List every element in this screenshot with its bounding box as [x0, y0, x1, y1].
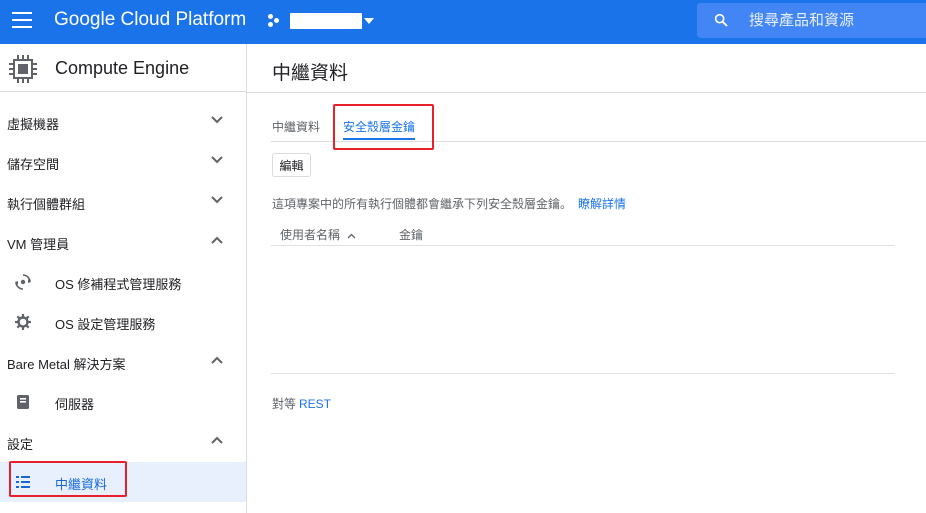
header-divider [247, 92, 926, 93]
table-header-divider [271, 245, 895, 246]
chevron-up-icon [211, 356, 223, 364]
sidebar-section-settings[interactable]: 設定 [0, 422, 246, 462]
sidebar-section-vm-instances[interactable]: 虛擬機器 [0, 102, 246, 142]
search-box[interactable] [697, 3, 926, 38]
sidebar-item-label: 伺服器 [55, 397, 95, 412]
product-title[interactable]: Google Cloud Platform [54, 9, 246, 31]
chevron-down-icon [364, 18, 374, 24]
sidebar-title: Compute Engine [55, 58, 190, 78]
search-input[interactable] [749, 3, 919, 38]
sidebar-section-vm-manager[interactable]: VM 管理員 [0, 222, 246, 262]
learn-more-link[interactable]: 瞭解詳情 [578, 197, 626, 211]
sidebar-section-storage[interactable]: 儲存空間 [0, 142, 246, 182]
chevron-down-icon [211, 196, 223, 204]
sidebar-section-bare-metal[interactable]: Bare Metal 解決方案 [0, 342, 246, 382]
project-name-redacted [290, 13, 362, 29]
highlight-box-ssh-tab [333, 104, 434, 150]
section-label: 虛擬機器 [7, 117, 60, 132]
section-label: 執行個體群組 [7, 197, 86, 212]
info-description: 這項專案中的所有執行個體都會繼承下列安全殼層金鑰。 [272, 197, 573, 211]
section-label: 設定 [7, 437, 34, 452]
column-header-key: 金鑰 [399, 228, 424, 242]
chevron-down-icon [211, 116, 223, 124]
sidebar-item-label: OS 設定管理服務 [55, 317, 156, 332]
sidebar-header: Compute Engine [0, 44, 246, 92]
sort-ascending-icon [347, 233, 356, 239]
highlight-box-metadata [9, 461, 127, 497]
page-title: 中繼資料 [272, 63, 349, 84]
chevron-down-icon [211, 156, 223, 164]
sidebar-item-os-patch[interactable]: OS 修補程式管理服務 [0, 262, 246, 302]
equivalent-rest: 對等 REST [272, 395, 331, 412]
project-icon [268, 13, 282, 29]
compute-engine-icon [9, 55, 37, 83]
search-icon [714, 13, 728, 27]
sidebar-section-instance-groups[interactable]: 執行個體群組 [0, 182, 246, 222]
patch-icon [15, 274, 31, 290]
sidebar-item-os-config[interactable]: OS 設定管理服務 [0, 302, 246, 342]
chevron-up-icon [211, 436, 223, 444]
section-label: VM 管理員 [7, 237, 70, 252]
gear-icon [15, 314, 31, 330]
column-label: 使用者名稱 [280, 228, 341, 242]
sidebar-item-servers[interactable]: 伺服器 [0, 382, 246, 422]
rest-prefix: 對等 [272, 397, 297, 411]
rest-link[interactable]: REST [299, 397, 331, 411]
sidebar-item-label: OS 修補程式管理服務 [55, 277, 182, 292]
sidebar: Compute Engine 虛擬機器 儲存空間 執行個體群組 VM 管理員 O… [0, 44, 247, 513]
tab-metadata[interactable]: 中繼資料 [272, 118, 320, 135]
project-picker[interactable] [268, 11, 374, 31]
top-bar: Google Cloud Platform [0, 0, 926, 44]
column-header-username[interactable]: 使用者名稱 [280, 226, 356, 243]
menu-icon[interactable] [12, 12, 32, 28]
chevron-up-icon [211, 236, 223, 244]
edit-button[interactable]: 編輯 [272, 153, 311, 177]
server-icon [17, 395, 29, 409]
info-text: 這項專案中的所有執行個體都會繼承下列安全殼層金鑰。 瞭解詳情 [272, 195, 626, 212]
table-bottom-divider [271, 373, 895, 374]
section-label: Bare Metal 解決方案 [7, 357, 126, 372]
section-label: 儲存空間 [7, 157, 60, 172]
